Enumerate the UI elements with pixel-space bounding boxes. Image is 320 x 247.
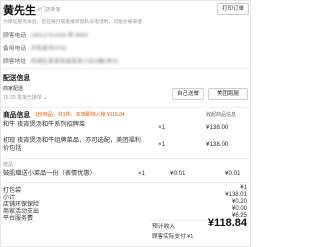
product-item-1: 和牛 夜宵煲汤和牛系列招牌菜 <box>3 121 143 129</box>
delivery-title: 配送信息 <box>3 75 31 82</box>
customer-name: 黄先生 <box>3 5 36 17</box>
phone-label: 顾客电话 <box>3 33 27 39</box>
product-name: 和牛 夜宵煲汤和牛系列招牌菜 <box>3 121 86 128</box>
gift-qty: ×1 <box>138 170 146 177</box>
product-price: ¥138.00 <box>206 141 229 148</box>
customer-paid-value: ¥1 <box>187 234 194 240</box>
meituan-errand-button[interactable]: 美团跑腿 <box>208 88 248 100</box>
chevron-down-icon[interactable]: ⌄ <box>43 95 47 101</box>
sum-value: ¥1 <box>240 185 247 191</box>
sum-value: ¥138.01 <box>225 192 247 198</box>
delivery-time: 15:20 发单已接单 ⌄ <box>3 94 48 101</box>
expected-income-label: 预计收入 <box>152 224 176 230</box>
sum-value: ¥0.00 <box>231 206 247 212</box>
address-label: 顾客地址 <box>3 59 27 65</box>
sum-value: ¥0.20 <box>231 199 247 205</box>
income-badge: 1份商品，共1件，本单即将入账 ¥118.84 <box>35 112 125 118</box>
sum-label: 平台服务费 <box>3 216 34 222</box>
gift-name: 鼓肌赠送小菜品一份（表情优惠） <box>3 170 96 177</box>
backup-phone-row: 备用电话 手机尾号0792 <box>3 43 67 52</box>
expected-income-amount: ¥118.84 <box>207 217 247 229</box>
self-deliver-button[interactable]: 自己送餐 <box>172 88 204 100</box>
gift-subtotal: ¥0.01 <box>225 170 241 177</box>
divider <box>0 68 251 69</box>
delivery-status: 商家配送 <box>3 86 24 92</box>
product-qty: ×1 <box>158 124 166 131</box>
gift-section-label: 赠品 <box>3 162 14 168</box>
collapse-label: 收起商品信息 <box>206 112 237 118</box>
phone-value[interactable]: 18813751968 转 8683 <box>31 33 88 39</box>
backup-phone-label: 备用电话 <box>3 46 27 52</box>
customer-paid-line: 顾客实际支付 ¥1 <box>152 232 193 240</box>
divider <box>0 158 251 159</box>
backup-phone-value[interactable]: 手机尾号0792 <box>31 46 67 52</box>
product-price: ¥138.00 <box>206 124 229 131</box>
print-order-button[interactable]: 打印订单 <box>217 3 249 15</box>
phone-row: 顾客电话 18813751968 转 8683 <box>3 30 88 39</box>
products-title: 商品信息 <box>3 112 31 119</box>
collapse-products-link[interactable]: 收起商品信息 <box>206 111 236 118</box>
address-value: 西湖区某某街道某某小区6幢2单元 <box>30 59 119 65</box>
product-qty: ×1 <box>158 141 166 148</box>
address-row: 顾客地址 西湖区某某街道某某小区6幢2单元 <box>3 56 118 65</box>
divider <box>0 182 251 183</box>
product-name: 初现 夜宵煲汤和牛组牌菜品，亦可选配，美团福利价包括 <box>3 137 141 152</box>
product-item-2: 初现 夜宵煲汤和牛组牌菜品，亦可选配，美团福利价包括 <box>3 137 143 153</box>
gift-price: ¥0.01 <box>170 170 186 177</box>
recording-notice: 为保证服务体验，您在拨打或者接听隐私号电话时，可能会被录音 <box>3 20 143 25</box>
customer-paid-label: 顾客实际支付 <box>152 234 186 240</box>
delivery-time-text: 15:20 发单已接单 <box>3 95 42 101</box>
divider <box>0 107 251 108</box>
customer-tag: #门店新客 <box>38 7 61 13</box>
